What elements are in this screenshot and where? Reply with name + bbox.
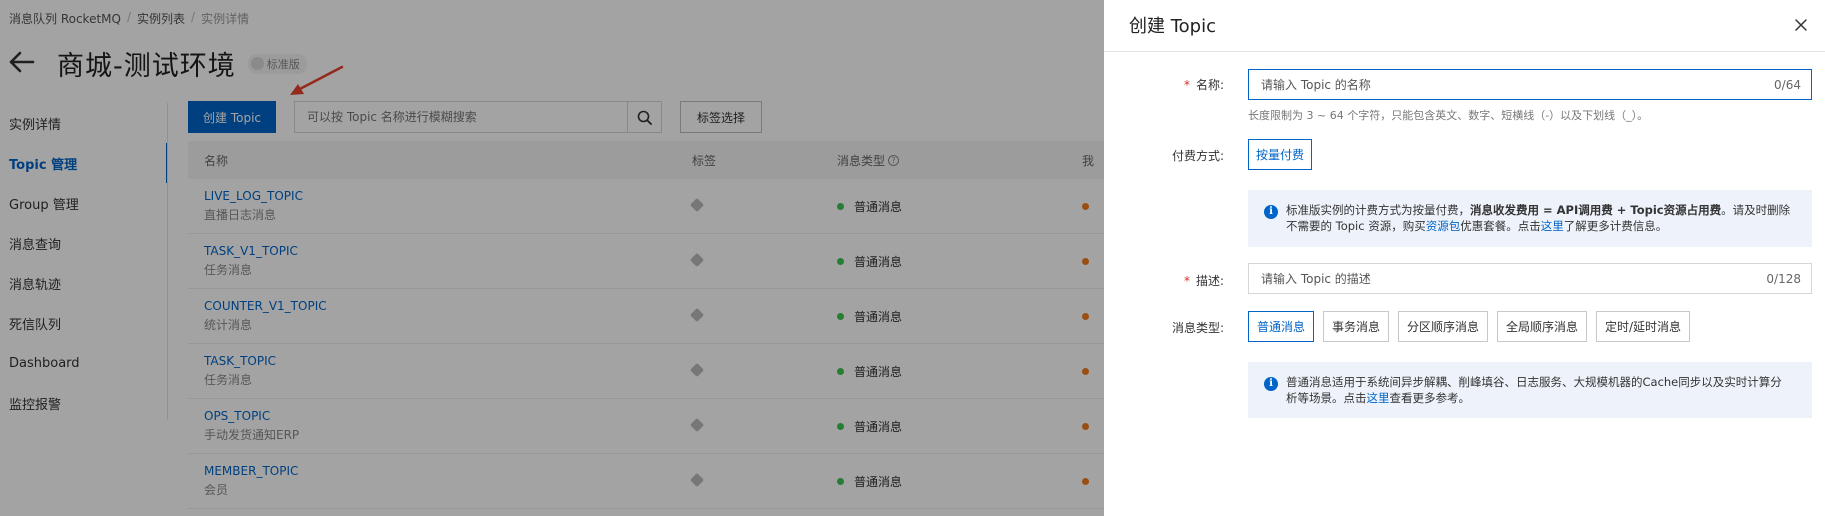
- billing-pay-as-you-go-button[interactable]: 按量付费: [1248, 139, 1312, 170]
- message-type-more-link[interactable]: 这里: [1367, 391, 1390, 405]
- topic-name-input[interactable]: [1249, 70, 1775, 99]
- description-field: 0/128: [1248, 263, 1812, 294]
- message-type-info-text: 普通消息适用于系统间异步解耦、削峰填谷、日志服务、大规模机器的Cache同步以及…: [1286, 375, 1782, 405]
- close-icon[interactable]: [1791, 15, 1811, 35]
- required-marker: *: [1183, 274, 1190, 288]
- name-char-counter: 0/64: [1774, 77, 1801, 92]
- name-field-label: * 名称:: [1104, 76, 1224, 93]
- info-icon: i: [1264, 377, 1278, 391]
- message-type-global-order-button[interactable]: 全局顺序消息: [1497, 311, 1587, 342]
- description-label-text: 描述:: [1195, 274, 1224, 288]
- billing-info-box: i 标准版实例的计费方式为按量付费，消息收发费用 = API调用费 + Topi…: [1248, 190, 1812, 247]
- billing-info-text: 了解更多计费信息。: [1563, 219, 1668, 233]
- message-type-info-box: i 普通消息适用于系统间异步解耦、削峰填谷、日志服务、大规模机器的Cache同步…: [1248, 362, 1812, 418]
- drawer-title: 创建 Topic: [1129, 16, 1216, 37]
- name-field: 0/64: [1248, 69, 1812, 100]
- billing-info-text: 标准版实例的计费方式为按量付费，: [1286, 203, 1470, 217]
- modal-backdrop[interactable]: [0, 0, 1104, 516]
- message-type-normal-button[interactable]: 普通消息: [1248, 311, 1314, 342]
- description-field-label: * 描述:: [1104, 272, 1224, 289]
- message-type-partition-order-button[interactable]: 分区顺序消息: [1398, 311, 1488, 342]
- resource-pack-link[interactable]: 资源包: [1426, 219, 1461, 233]
- info-icon: i: [1264, 205, 1278, 219]
- drawer-header: 创建 Topic: [1104, 0, 1825, 52]
- name-field-hint: 长度限制为 3 ~ 64 个字符，只能包含英文、数字、短横线（-）以及下划线（_…: [1248, 109, 1649, 122]
- topic-description-input[interactable]: [1249, 264, 1767, 293]
- required-marker: *: [1183, 78, 1190, 92]
- billing-info-formula: 消息收发费用 = API调用费 + Topic资源占用费: [1470, 203, 1722, 217]
- billing-label: 付费方式:: [1171, 149, 1224, 163]
- message-type-info-text: 查看更多参考。: [1389, 391, 1471, 405]
- description-char-counter: 0/128: [1766, 271, 1801, 286]
- message-type-label: 消息类型:: [1171, 321, 1224, 335]
- message-type-delay-button[interactable]: 定时/延时消息: [1596, 311, 1690, 342]
- billing-info-text: 优惠套餐。点击: [1460, 219, 1541, 233]
- name-label-text: 名称:: [1195, 78, 1224, 92]
- billing-more-link[interactable]: 这里: [1541, 219, 1564, 233]
- message-type-transaction-button[interactable]: 事务消息: [1323, 311, 1389, 342]
